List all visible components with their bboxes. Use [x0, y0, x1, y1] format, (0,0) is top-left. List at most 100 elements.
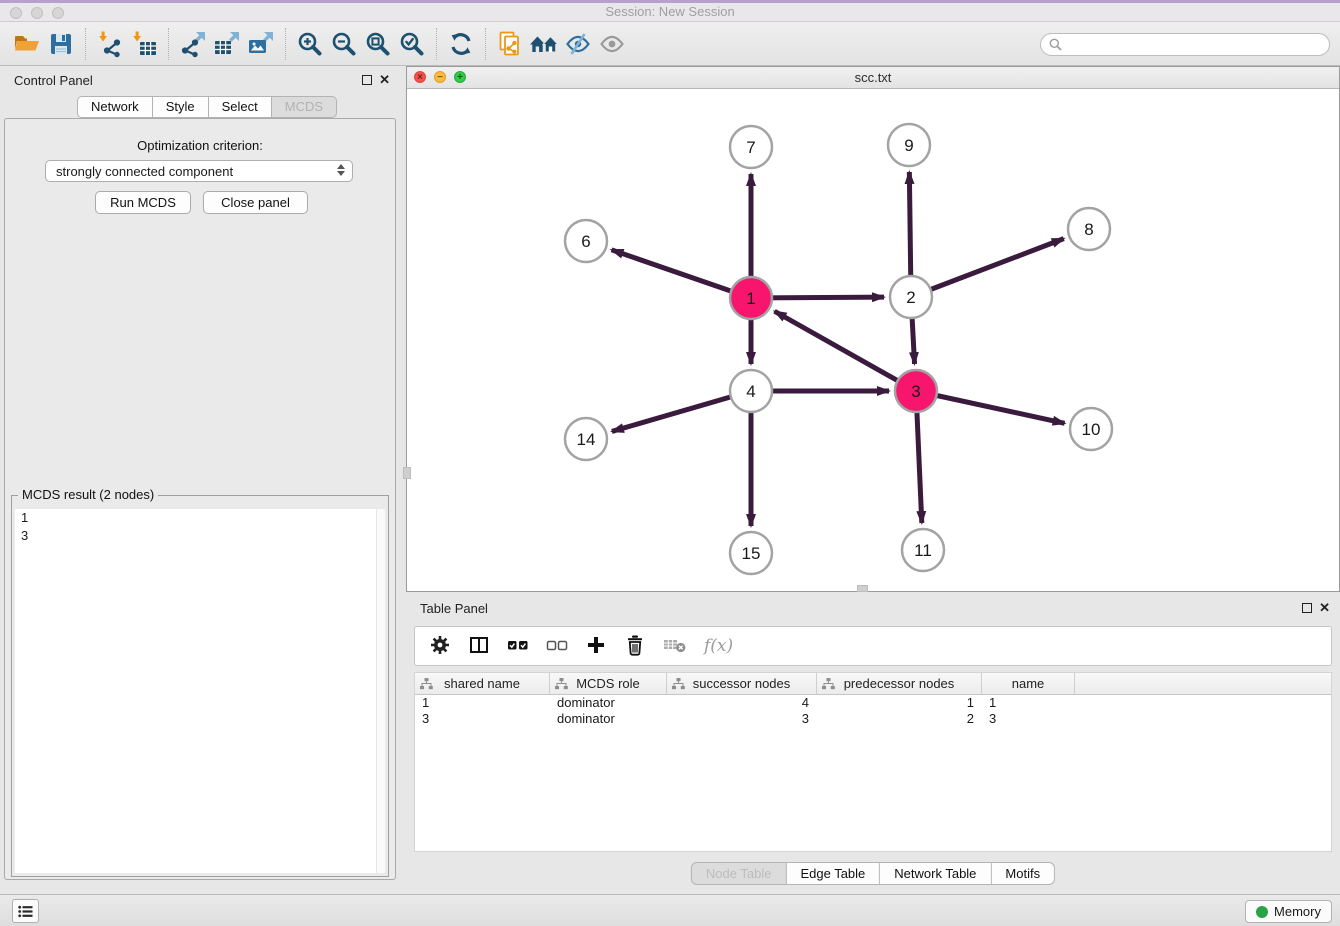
zoom-fit-button[interactable]: [361, 27, 395, 61]
close-network-button[interactable]: ×: [414, 71, 426, 83]
show-columns-button[interactable]: [468, 634, 490, 659]
trash-icon: [624, 634, 646, 656]
zoom-network-button[interactable]: +: [454, 71, 466, 83]
import-network-button[interactable]: [93, 27, 127, 61]
graph-node-3[interactable]: 3: [895, 370, 937, 412]
tab-motifs[interactable]: Motifs: [991, 862, 1055, 885]
export-network-button[interactable]: [176, 27, 210, 61]
table-panel-title: Table Panel: [420, 601, 488, 616]
mcds-result-box: MCDS result (2 nodes) 1 3: [11, 495, 389, 877]
zoom-in-button[interactable]: [293, 27, 327, 61]
import-table-button[interactable]: [127, 27, 161, 61]
refresh-button[interactable]: [444, 27, 478, 61]
save-session-button[interactable]: [44, 27, 78, 61]
table-cell: dominator: [550, 695, 667, 711]
table-row[interactable]: 1dominator411: [415, 695, 1331, 711]
graph-edge-3-10[interactable]: [916, 391, 1065, 423]
refresh-icon: [447, 30, 475, 58]
result-item[interactable]: 3: [15, 527, 385, 545]
deselect-all-button[interactable]: [546, 634, 568, 659]
column-header-label: predecessor nodes: [844, 676, 955, 691]
float-panel-icon[interactable]: [362, 75, 372, 85]
graph-node-label: 15: [742, 544, 761, 563]
checked-boxes-icon: [507, 634, 529, 656]
tab-edge-table[interactable]: Edge Table: [786, 862, 880, 885]
graph-node-6[interactable]: 6: [565, 220, 607, 262]
columns-icon: [468, 634, 490, 656]
tab-network-table[interactable]: Network Table: [880, 862, 991, 885]
column-header-shared-name[interactable]: shared name: [415, 673, 550, 694]
graph-edge-2-8[interactable]: [911, 239, 1064, 297]
delete-table-icon: [663, 634, 687, 656]
status-bar: Memory: [0, 894, 1340, 926]
graph-node-label: 9: [904, 136, 913, 155]
graph-node-15[interactable]: 15: [730, 532, 772, 574]
network-canvas[interactable]: 7 9 6 8 1 2 4 3 14 10 15 11: [407, 89, 1339, 591]
close-window-button[interactable]: [10, 7, 22, 19]
close-panel-icon[interactable]: ✕: [1319, 600, 1330, 616]
table-cell: 4: [667, 695, 817, 711]
table-cell: 3: [982, 711, 1075, 727]
zoom-window-button[interactable]: [52, 7, 64, 19]
splitter-grip[interactable]: [403, 467, 411, 479]
network-window-title: scc.txt: [407, 67, 1339, 88]
tab-network[interactable]: Network: [77, 96, 153, 118]
close-panel-button[interactable]: Close panel: [203, 191, 308, 214]
minimize-window-button[interactable]: [31, 7, 43, 19]
graph-node-9[interactable]: 9: [888, 124, 930, 166]
add-column-button[interactable]: [585, 634, 607, 659]
result-scrollbar[interactable]: [376, 509, 385, 873]
memory-button[interactable]: Memory: [1245, 900, 1332, 923]
graph-node-7[interactable]: 7: [730, 126, 772, 168]
run-mcds-button[interactable]: Run MCDS: [95, 191, 191, 214]
toolbar-separator: [436, 28, 437, 60]
column-header-MCDS-role[interactable]: MCDS role: [550, 673, 667, 694]
show-log-button[interactable]: [12, 899, 39, 923]
hide-graphics-details-button[interactable]: [561, 27, 595, 61]
function-builder-button[interactable]: f(x): [704, 636, 733, 656]
tab-style[interactable]: Style: [153, 96, 209, 118]
network-view-window: × − + scc.txt 7 9 6 8 1 2 4 3 14 10 15 11: [406, 66, 1340, 592]
graph-edge-3-1[interactable]: [775, 311, 916, 391]
graph-node-11[interactable]: 11: [902, 529, 944, 571]
delete-column-button[interactable]: [624, 634, 646, 659]
zoom-selected-icon: [398, 30, 426, 58]
tab-mcds[interactable]: MCDS: [272, 96, 337, 118]
graph-node-10[interactable]: 10: [1070, 408, 1112, 450]
open-file-button[interactable]: [10, 27, 44, 61]
new-network-from-selection-button[interactable]: [493, 27, 527, 61]
graph-node-8[interactable]: 8: [1068, 208, 1110, 250]
export-image-button[interactable]: [244, 27, 278, 61]
column-header-successor-nodes[interactable]: successor nodes: [667, 673, 817, 694]
zoom-out-button[interactable]: [327, 27, 361, 61]
table-settings-button[interactable]: [429, 634, 451, 659]
table-row[interactable]: 3dominator323: [415, 711, 1331, 727]
first-neighbors-button[interactable]: [527, 27, 561, 61]
graph-node-4[interactable]: 4: [730, 370, 772, 412]
export-network-icon: [179, 30, 207, 58]
node-table: shared nameMCDS rolesuccessor nodes prede…: [414, 672, 1332, 852]
mcds-result-list[interactable]: 1 3: [15, 509, 385, 873]
column-header-name[interactable]: name: [982, 673, 1075, 694]
column-header-predecessor-nodes[interactable]: predecessor nodes: [817, 673, 982, 694]
float-panel-icon[interactable]: [1302, 603, 1312, 613]
export-table-button[interactable]: [210, 27, 244, 61]
zoom-selected-button[interactable]: [395, 27, 429, 61]
minimize-network-button[interactable]: −: [434, 71, 446, 83]
show-graphics-details-button[interactable]: [595, 27, 629, 61]
close-panel-icon[interactable]: ✕: [379, 72, 390, 88]
search-input[interactable]: [1062, 37, 1329, 52]
criterion-select[interactable]: strongly connected component: [45, 160, 353, 182]
tree-icon: [420, 678, 433, 690]
graph-node-14[interactable]: 14: [565, 418, 607, 460]
delete-table-button[interactable]: [663, 634, 687, 659]
tab-node-table[interactable]: Node Table: [691, 862, 787, 885]
graph-node-1[interactable]: 1: [730, 277, 772, 319]
result-item[interactable]: 1: [15, 509, 385, 527]
graph-node-2[interactable]: 2: [890, 276, 932, 318]
list-icon: [18, 905, 33, 918]
select-all-button[interactable]: [507, 634, 529, 659]
splitter-grip[interactable]: [857, 585, 868, 592]
tab-select[interactable]: Select: [209, 96, 272, 118]
graph-node-label: 6: [581, 232, 590, 251]
